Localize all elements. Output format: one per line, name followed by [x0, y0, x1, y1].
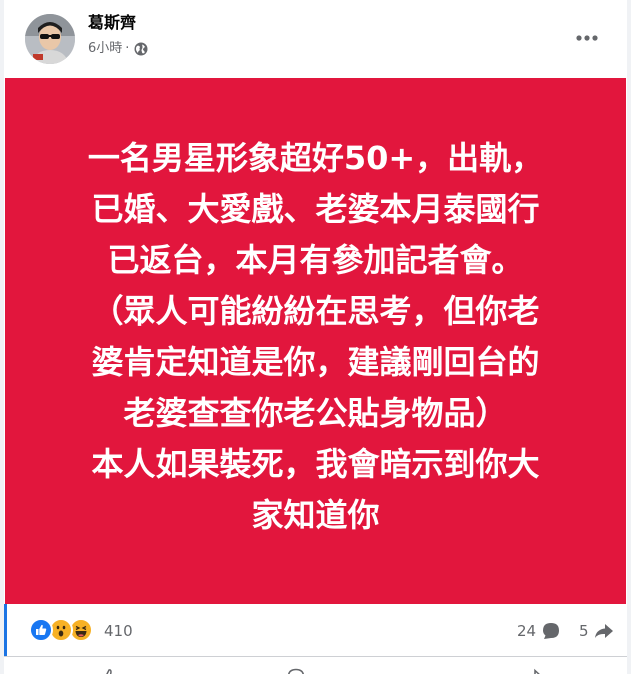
- post-background: 一名男星形象超好50+，出軌， 已婚、大愛戲、老婆本月泰國行 已返台，本月有參加…: [5, 78, 626, 604]
- like-icon: [29, 618, 53, 642]
- ellipsis-icon: [576, 35, 598, 41]
- reaction-count[interactable]: 410: [104, 621, 133, 641]
- post-body-text: 一名男星形象超好50+，出軌， 已婚、大愛戲、老婆本月泰國行 已返台，本月有參加…: [87, 139, 544, 534]
- more-options-button[interactable]: [569, 20, 605, 56]
- avatar[interactable]: [25, 14, 75, 64]
- reaction-icons[interactable]: [29, 618, 101, 642]
- comment-count-value: 24: [517, 622, 537, 640]
- author-name[interactable]: 葛斯齊: [88, 12, 136, 34]
- share-outline-icon: [533, 668, 540, 674]
- comment-outline-icon: [288, 668, 304, 674]
- post-time[interactable]: 6小時: [88, 40, 122, 58]
- meta-separator: ·: [125, 41, 130, 56]
- reactions-bar: 410 24 5: [4, 604, 627, 656]
- share-icon: [594, 624, 613, 638]
- share-button[interactable]: [524, 665, 544, 674]
- comment-count[interactable]: 24: [517, 621, 562, 641]
- thumb-up-icon: [106, 669, 112, 674]
- globe-icon: [134, 42, 148, 56]
- post-meta: 6小時 ·: [88, 40, 148, 58]
- action-bar: [4, 656, 627, 674]
- like-button[interactable]: [99, 665, 119, 674]
- avatar-image: [25, 14, 75, 64]
- comment-button[interactable]: [286, 665, 306, 674]
- share-count[interactable]: 5: [579, 621, 615, 641]
- comment-icon: [543, 623, 560, 639]
- share-count-value: 5: [579, 622, 589, 640]
- post-card: 葛斯齊 6小時 · 一名男星形象超好50+，出軌， 已婚、大愛戲、老婆本月泰國行…: [4, 0, 627, 674]
- post-header: 葛斯齊 6小時 ·: [4, 0, 627, 78]
